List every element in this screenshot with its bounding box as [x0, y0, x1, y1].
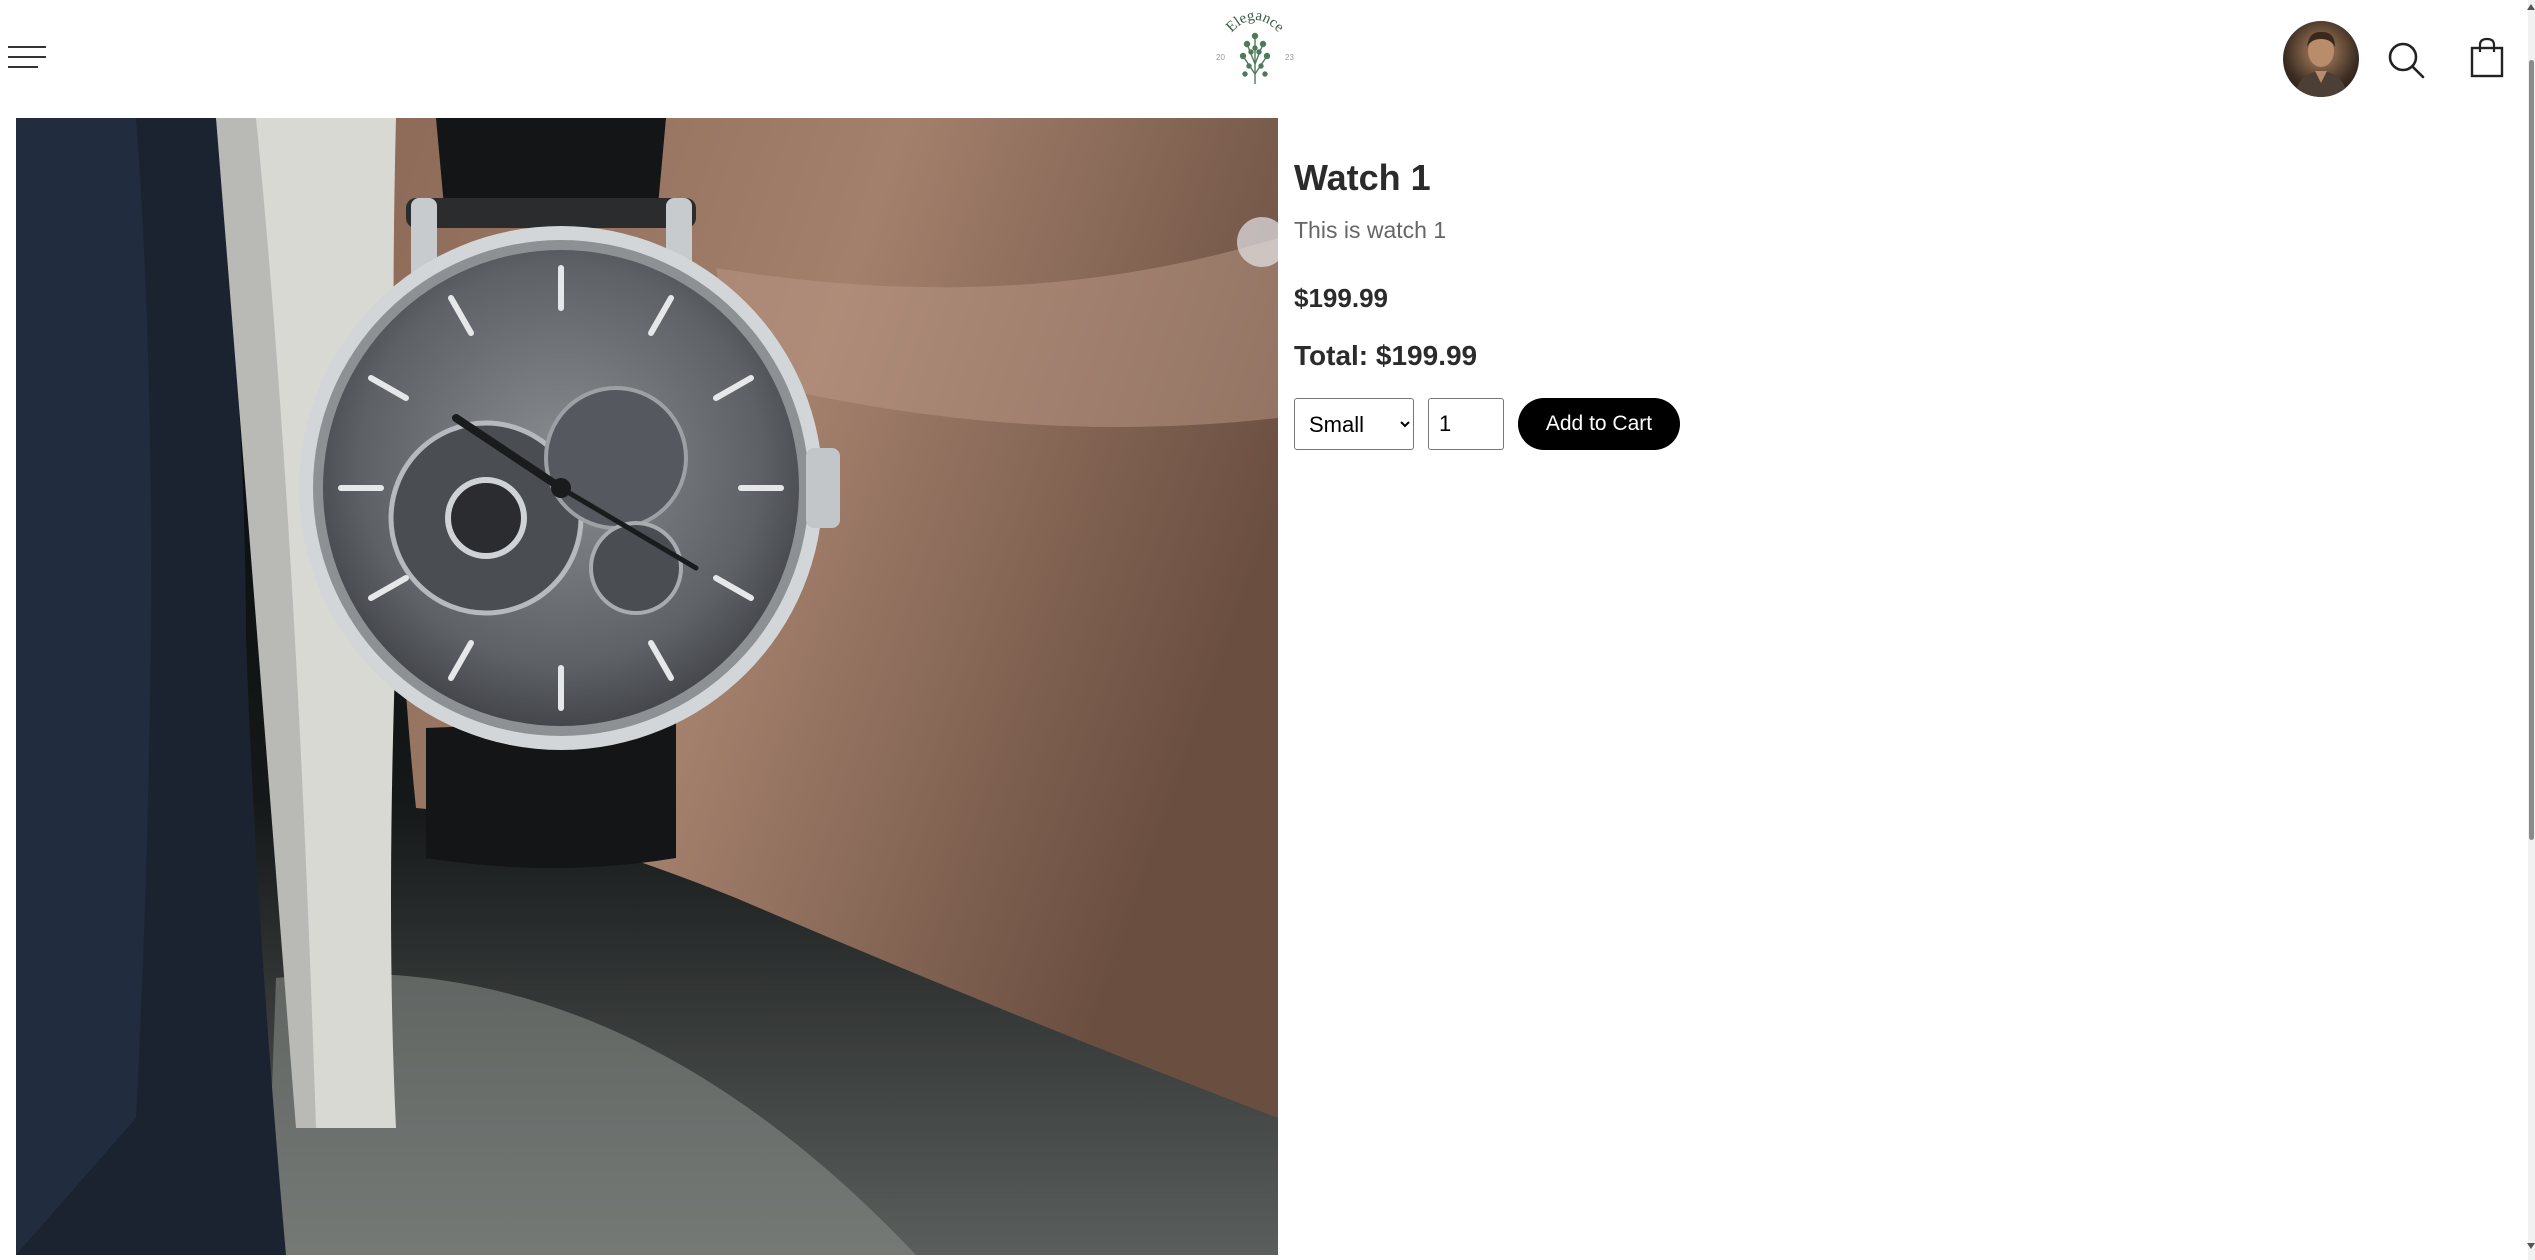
site-header: Elegance 20 23: [0, 0, 2535, 118]
svg-text:23: 23: [1285, 53, 1294, 62]
quantity-input[interactable]: [1428, 398, 1504, 450]
hamburger-menu-icon[interactable]: [8, 42, 46, 72]
total-price: Total: $199.99: [1294, 340, 1478, 371]
user-avatar[interactable]: [2283, 21, 2359, 97]
svg-text:Elegance: Elegance: [1223, 8, 1287, 36]
scroll-down-arrow-icon[interactable]: [2527, 1243, 2535, 1249]
svg-text:20: 20: [1216, 53, 1225, 62]
product-title: Watch 1: [1294, 157, 1431, 198]
purchase-controls: Small Add to Cart: [1294, 398, 1680, 450]
product-description: This is watch 1: [1294, 217, 1447, 243]
search-icon[interactable]: [2386, 40, 2426, 80]
size-select[interactable]: Small: [1294, 398, 1414, 450]
scrollbar-thumb[interactable]: [2529, 60, 2534, 840]
product-details: Watch 1 This is watch 1 $199.99 Total: $…: [1294, 148, 2474, 450]
add-to-cart-button[interactable]: Add to Cart: [1518, 398, 1680, 450]
product-price: $199.99: [1294, 283, 1388, 313]
brand-logo[interactable]: Elegance 20 23: [1205, 4, 1305, 88]
product-image: [16, 118, 1278, 1255]
scroll-up-arrow-icon[interactable]: [2527, 4, 2535, 10]
shopping-bag-icon[interactable]: [2467, 36, 2509, 78]
